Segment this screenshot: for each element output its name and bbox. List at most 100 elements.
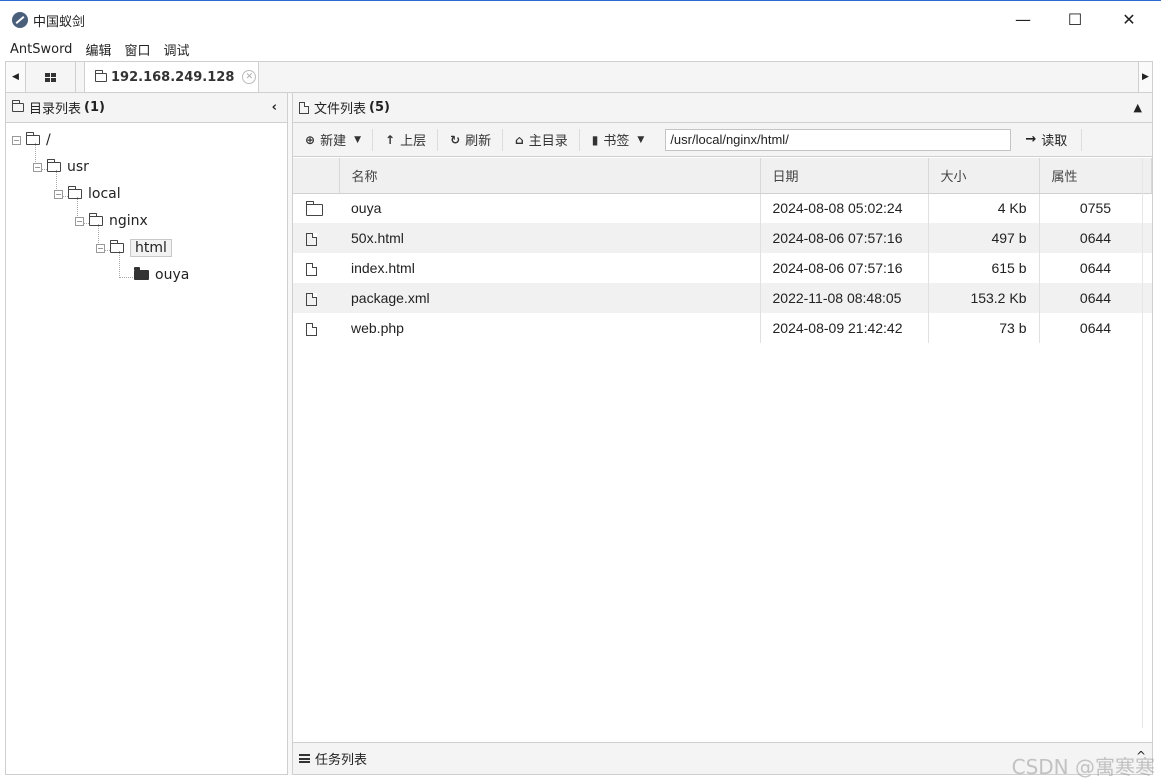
collapse-toggle-icon[interactable]: − [96, 243, 105, 253]
tab-bar: ◀ 192.168.249.128 ✕ ▶ [5, 61, 1153, 93]
new-button-label: 新建 [320, 134, 347, 149]
folder-icon [95, 69, 107, 82]
file-code-icon [306, 292, 317, 306]
up-button-label: 上层 [400, 134, 427, 149]
arrow-right-icon: → [1025, 132, 1037, 147]
file-row[interactable]: package.xml 2022-11-08 08:48:05 153.2 Kb… [293, 283, 1152, 313]
tree-node-local[interactable]: − local [54, 183, 121, 205]
file-size: 4 Kb [927, 193, 1040, 223]
tree-node-label: html [130, 239, 172, 257]
chevron-left-icon[interactable]: ‹ [272, 100, 277, 115]
folder-icon [134, 267, 149, 280]
tree-node-root[interactable]: − / [12, 129, 51, 151]
directory-panel-title: 目录列表 [29, 102, 82, 117]
file-count: (5) [369, 100, 390, 115]
file-row[interactable]: 50x.html 2024-08-06 07:57:16 497 b 0644 [293, 223, 1152, 253]
icon-column-header [293, 158, 340, 194]
tree-node-ouya[interactable]: ouya [134, 264, 189, 286]
home-button[interactable]: ⌂ 主目录 [515, 128, 580, 151]
size-column-header[interactable]: 大小 [928, 158, 1040, 194]
bookmark-button[interactable]: ▮ 书签 ▼ [592, 129, 656, 151]
title-bar: 中国蚁剑 — ☐ ✕ [0, 0, 1161, 37]
file-row[interactable]: web.php 2024-08-09 21:42:42 73 b 0644 [293, 313, 1152, 343]
tree-node-html[interactable]: − html [96, 237, 172, 259]
attr-column-header[interactable]: 属性 [1039, 158, 1152, 194]
file-name: ouya [351, 200, 382, 217]
maximize-button[interactable]: ☐ [1049, 1, 1101, 38]
file-attr: 0755 [1079, 200, 1112, 217]
file-attr: 0644 [1039, 223, 1152, 253]
tree-node-label: ouya [155, 267, 190, 283]
file-name: web.php [351, 320, 404, 336]
read-button-label: 读取 [1041, 134, 1068, 149]
folder-icon [26, 132, 40, 145]
home-button-label: 主目录 [528, 134, 568, 149]
watermark: CSDN @寓寒寒 [1011, 755, 1155, 779]
file-code-icon [306, 232, 317, 246]
file-date: 2022-11-08 08:48:05 [759, 283, 928, 313]
folder-icon [12, 100, 24, 112]
file-panel-title: 文件列表 [314, 102, 367, 117]
file-size: 153.2 Kb [927, 283, 1040, 313]
folder-icon [306, 200, 323, 216]
read-button[interactable]: → 读取 [1025, 128, 1083, 151]
arrow-up-icon: ↑ [385, 132, 396, 147]
menu-item-window[interactable]: 窗口 [124, 40, 150, 59]
file-panel-header: 文件列表 (5) ▲ [293, 93, 1152, 123]
directory-panel: 目录列表 (1) ‹ − / − usr − local − nginx − h… [5, 93, 288, 775]
name-column-header[interactable]: 名称 [339, 158, 761, 194]
collapse-toggle-icon[interactable]: − [33, 162, 42, 172]
tab-scroll-right-button[interactable]: ▶ [1138, 62, 1152, 92]
app-logo-icon [12, 12, 28, 28]
minimize-button[interactable]: — [997, 1, 1049, 38]
refresh-button[interactable]: ↻ 刷新 [450, 128, 504, 151]
file-list-scrollbar[interactable] [1142, 158, 1152, 728]
tasks-icon [299, 754, 310, 763]
collapse-toggle-icon[interactable]: − [54, 189, 63, 199]
menu-item-antsword[interactable]: AntSword [10, 42, 72, 57]
tab-scroll-left-button[interactable]: ◀ [6, 62, 26, 92]
menu-item-debug[interactable]: 调试 [163, 40, 189, 59]
file-panel: 文件列表 (5) ▲ ⊕ 新建 ▼ ↑ 上层 ↻ 刷新 ⌂ 主目录 ▮ 书签 ▼… [292, 93, 1153, 775]
close-circle-icon[interactable]: ✕ [242, 70, 257, 84]
folder-icon [47, 159, 61, 172]
window-title: 中国蚁剑 [33, 15, 86, 30]
caret-down-icon: ▼ [354, 134, 361, 145]
caret-down-icon: ▼ [637, 134, 645, 145]
folder-icon [68, 186, 82, 199]
chevron-up-icon[interactable]: ▲ [1134, 101, 1142, 114]
file-table-header: 名称 日期 大小 属性 [293, 158, 1152, 194]
file-table: 名称 日期 大小 属性 ouya 2024-08-08 05:02:24 4 K… [293, 158, 1152, 343]
file-date: 2024-08-06 07:57:16 [759, 223, 928, 253]
file-code-icon [306, 322, 317, 336]
file-size: 497 b [927, 223, 1040, 253]
close-button[interactable]: ✕ [1103, 1, 1155, 38]
file-attr: 0644 [1079, 260, 1112, 276]
menu-item-edit[interactable]: 编辑 [85, 40, 111, 59]
date-column-header[interactable]: 日期 [760, 158, 929, 194]
file-row[interactable]: index.html 2024-08-06 07:57:16 615 b 064… [293, 253, 1152, 283]
plus-circle-icon: ⊕ [305, 132, 316, 147]
file-icon [299, 101, 309, 114]
collapse-toggle-icon[interactable]: − [12, 135, 21, 145]
path-input[interactable] [665, 128, 1012, 151]
file-size: 615 b [927, 253, 1040, 283]
tree-node-label: local [88, 186, 121, 202]
tab-home[interactable] [26, 62, 76, 92]
file-row[interactable]: ouya 2024-08-08 05:02:24 4 Kb 0755 [293, 193, 1152, 223]
file-date: 2024-08-09 21:42:42 [759, 313, 928, 343]
file-name: 50x.html [339, 223, 760, 253]
collapse-toggle-icon[interactable]: − [75, 216, 84, 226]
tree-node-usr[interactable]: − usr [33, 156, 89, 178]
directory-count: (1) [84, 100, 105, 115]
task-list-label: 任务列表 [315, 753, 368, 768]
tab-shell-session[interactable]: 192.168.249.128 ✕ [84, 62, 259, 92]
file-toolbar: ⊕ 新建 ▼ ↑ 上层 ↻ 刷新 ⌂ 主目录 ▮ 书签 ▼ → 读取 [293, 123, 1152, 157]
new-button[interactable]: ⊕ 新建 ▼ [305, 128, 373, 151]
tree-node-label: nginx [109, 213, 148, 229]
folder-icon [110, 240, 124, 253]
tree-node-label: usr [67, 159, 89, 175]
home-icon: ⌂ [515, 132, 524, 147]
tree-node-nginx[interactable]: − nginx [75, 210, 148, 232]
up-button[interactable]: ↑ 上层 [385, 128, 439, 151]
